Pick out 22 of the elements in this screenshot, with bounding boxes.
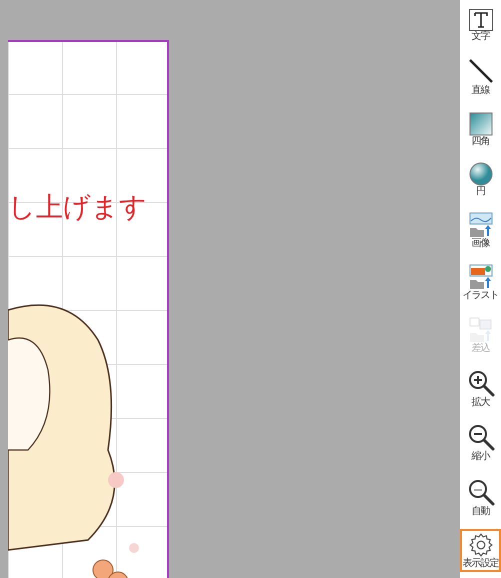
zoom-out-icon	[466, 423, 494, 452]
diagonal-line-icon	[466, 57, 494, 86]
zoom-in-icon	[466, 369, 494, 398]
illustration-upload-icon	[468, 264, 494, 290]
tool-button[interactable]: イラスト	[460, 261, 501, 304]
tool-button[interactable]: 円	[460, 158, 501, 200]
square-icon	[468, 112, 492, 136]
tool-button[interactable]: 拡大	[460, 366, 501, 412]
tool-button[interactable]: 表示設定	[460, 528, 501, 572]
tool-button[interactable]: 直線	[460, 54, 501, 100]
tool-button[interactable]: 縮小	[460, 420, 501, 466]
magnifier-icon	[466, 478, 494, 506]
canvas-text: し上げます	[8, 194, 147, 221]
settings-icon	[468, 532, 494, 558]
tool-button[interactable]: 自動	[460, 474, 501, 520]
image-upload-icon	[468, 212, 494, 238]
circle-icon	[468, 162, 492, 186]
tool-button[interactable]: 四角	[460, 108, 501, 150]
text-tool-icon	[468, 9, 492, 31]
tool-button[interactable]: 文字	[460, 6, 501, 45]
tool-button[interactable]: 画像	[460, 209, 501, 252]
insert-icon	[468, 316, 494, 343]
